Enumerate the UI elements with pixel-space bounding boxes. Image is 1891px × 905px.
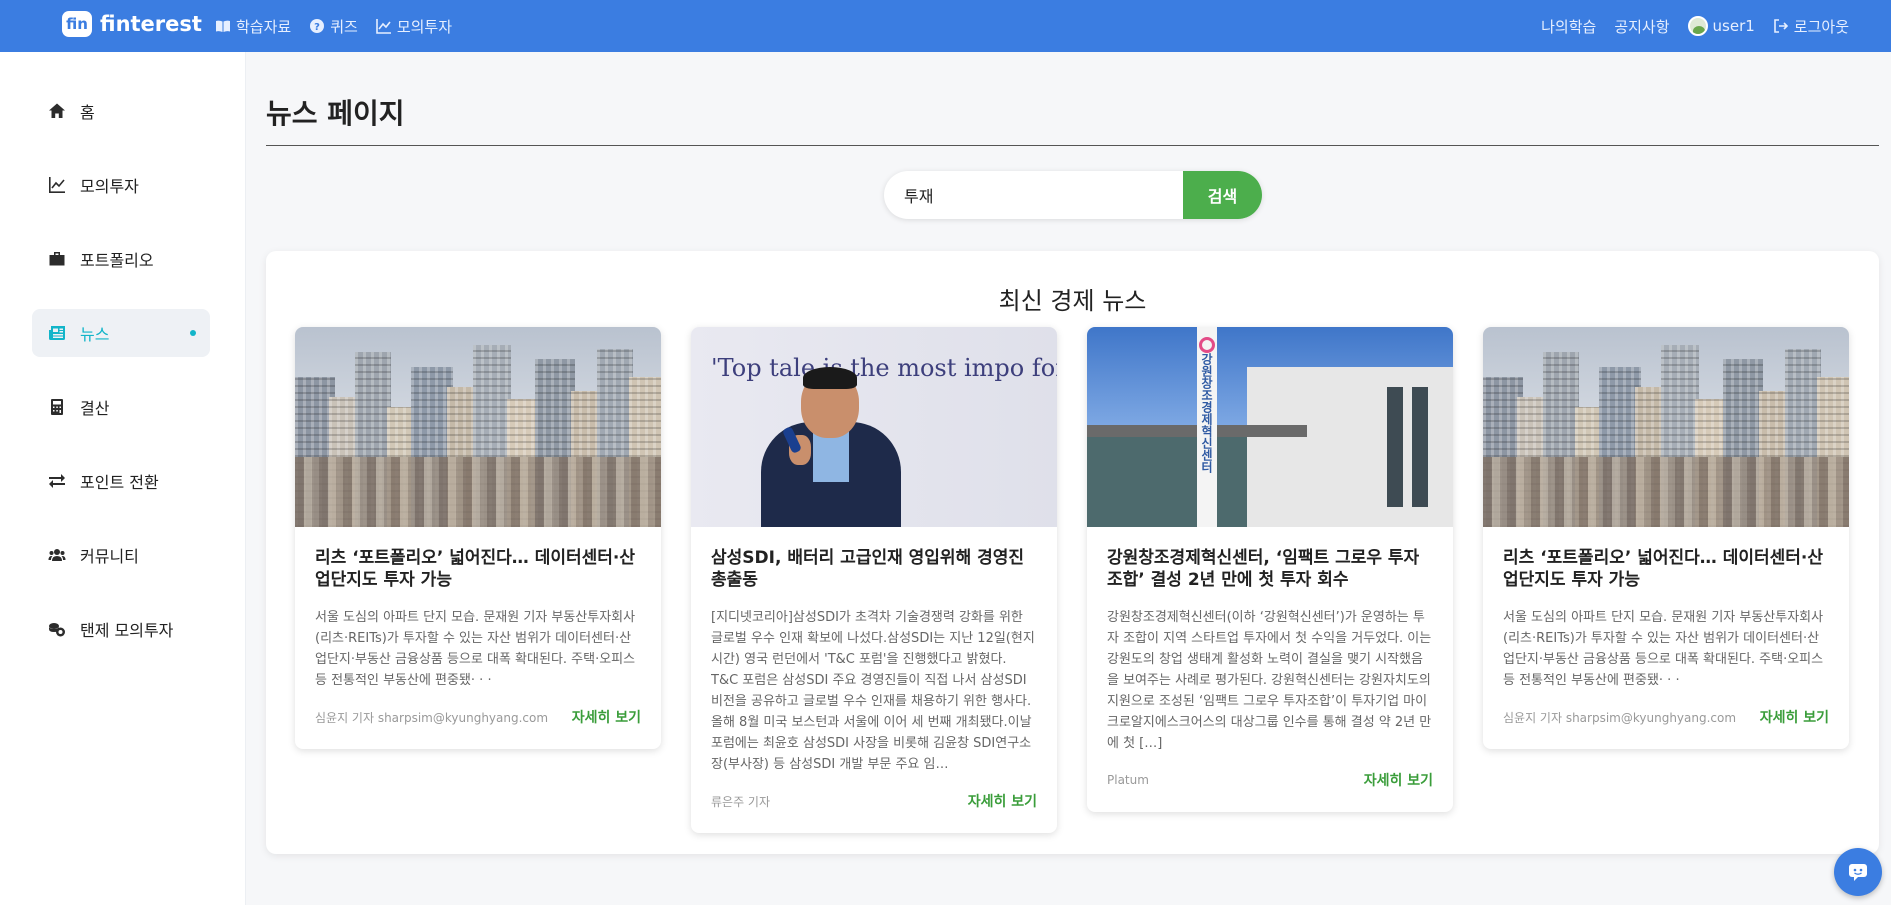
- newspaper-icon: [49, 326, 65, 340]
- sidebar-item-tenzeh-mock-investment[interactable]: 탠제 모의투자: [32, 605, 210, 653]
- chart-line-icon: [376, 19, 391, 34]
- sidebar-item-portfolio[interactable]: 포트폴리오: [32, 235, 210, 283]
- sidebar-item-label: 뉴스: [80, 325, 110, 344]
- sidebar-item-label: 탠제 모의투자: [80, 621, 174, 640]
- username: user1: [1712, 17, 1755, 35]
- topnav-mock-investment[interactable]: 모의투자: [376, 16, 452, 37]
- news-card-author: 심윤지 기자 sharpsim@kyunghyang.com: [1503, 710, 1737, 725]
- sidebar-item-mock-investment[interactable]: 모의투자: [32, 161, 210, 209]
- news-card-title[interactable]: 리츠 ‘포트폴리오’ 넓어진다… 데이터센터·산업단지도 투자 가능: [1503, 547, 1829, 591]
- news-card[interactable]: 리츠 ‘포트폴리오’ 넓어진다… 데이터센터·산업단지도 투자 가능 서울 도심…: [1483, 327, 1849, 749]
- sidebar-item-settlement[interactable]: 결산: [32, 383, 210, 431]
- topnav-label: 학습자료: [236, 17, 292, 36]
- sidebar: 홈 모의투자 포트폴리오 뉴스 결산 포인트 전환 커뮤니티 탠제 모의투자: [0, 52, 246, 905]
- center-sign-text: 강원창조경제혁신센터: [1199, 353, 1214, 473]
- sidebar-item-label: 홈: [80, 103, 95, 122]
- svg-text:?: ?: [314, 22, 320, 33]
- topnav-label: 모의투자: [396, 17, 453, 36]
- sidebar-item-home[interactable]: 홈: [32, 87, 210, 135]
- topnav-my-learning[interactable]: 나의학습: [1541, 16, 1596, 37]
- sidebar-item-label: 모의투자: [80, 177, 139, 196]
- brand-logo[interactable]: fin finterest: [62, 11, 202, 37]
- chart-line-icon: [49, 177, 65, 193]
- calculator-icon: [51, 399, 63, 415]
- top-nav-right: 나의학습 공지사항 user1 로그아웃: [1541, 0, 1849, 52]
- news-card-author: 심윤지 기자 sharpsim@kyunghyang.com: [315, 710, 549, 725]
- sidebar-item-community[interactable]: 커뮤니티: [32, 531, 210, 579]
- brand-badge: fin: [62, 11, 92, 37]
- news-card-description: 서울 도심의 아파트 단지 모습. 문재원 기자 부동산투자회사(리츠·REIT…: [315, 610, 636, 688]
- chat-icon: [1849, 864, 1867, 881]
- read-more-link[interactable]: 자세히 보기: [1364, 770, 1433, 790]
- topnav-study-materials[interactable]: 학습자료: [215, 16, 291, 37]
- topnav-quiz[interactable]: ? 퀴즈: [309, 16, 358, 37]
- exchange-icon: [49, 474, 65, 488]
- news-card-title[interactable]: 리츠 ‘포트폴리오’ 넓어진다… 데이터센터·산업단지도 투자 가능: [315, 547, 641, 591]
- sidebar-item-label: 포트폴리오: [80, 251, 154, 270]
- title-divider: [266, 145, 1879, 146]
- sidebar-item-news[interactable]: 뉴스: [32, 309, 210, 357]
- sidebar-item-label: 포인트 전환: [80, 473, 159, 492]
- news-card-title[interactable]: 삼성SDI, 배터리 고급인재 영입위해 경영진 총출동: [711, 547, 1037, 591]
- banner-text: 'Top tale is the most impo for l's growt…: [711, 354, 1057, 382]
- topnav-notice[interactable]: 공지사항: [1614, 16, 1669, 37]
- read-more-link[interactable]: 자세히 보기: [572, 707, 641, 727]
- coins-icon: [49, 623, 65, 637]
- news-card[interactable]: 리츠 ‘포트폴리오’ 넓어진다… 데이터센터·산업단지도 투자 가능 서울 도심…: [295, 327, 661, 749]
- news-card-author: Platum: [1107, 773, 1149, 787]
- top-nav-left: 학습자료 ? 퀴즈 모의투자: [215, 0, 452, 52]
- sidebar-item-label: 커뮤니티: [80, 547, 139, 566]
- users-icon: [48, 549, 66, 561]
- news-card-author: 류은주 기자: [711, 794, 771, 809]
- news-image-center-building: 강원창조경제혁신센터: [1087, 327, 1453, 527]
- read-more-link[interactable]: 자세히 보기: [1760, 707, 1829, 727]
- book-icon: [216, 20, 230, 32]
- topnav-user[interactable]: user1: [1687, 16, 1755, 36]
- news-card[interactable]: 'Top tale is the most impo for l's growt…: [691, 327, 1057, 833]
- news-heading: 최신 경제 뉴스: [998, 287, 1147, 315]
- sidebar-item-point-exchange[interactable]: 포인트 전환: [32, 457, 210, 505]
- search-button[interactable]: 검색: [1183, 171, 1262, 219]
- page-title: 뉴스 페이지: [266, 97, 405, 130]
- sidebar-item-label: 결산: [80, 399, 110, 418]
- news-card-description: 강원창조경제혁신센터(이하 ‘강원혁신센터’)가 운영하는 투자 조합이 지역 …: [1107, 610, 1432, 751]
- topnav-logout[interactable]: 로그아웃: [1773, 16, 1849, 37]
- briefcase-icon: [49, 252, 65, 266]
- sign-out-icon: [1773, 19, 1788, 33]
- brand-name: finterest: [100, 12, 202, 36]
- news-card-description: 서울 도심의 아파트 단지 모습. 문재원 기자 부동산투자회사(리츠·REIT…: [1503, 610, 1824, 688]
- news-image-speaker-banner: 'Top tale is the most impo for l's growt…: [691, 327, 1057, 527]
- search-bar: 검색: [884, 171, 1262, 219]
- chat-button[interactable]: [1834, 848, 1882, 896]
- news-card[interactable]: 강원창조경제혁신센터 강원창조경제혁신센터, ‘임팩트 그로우 투자조합’ 결성…: [1087, 327, 1453, 812]
- avatar: [1687, 16, 1708, 36]
- read-more-link[interactable]: 자세히 보기: [968, 791, 1037, 811]
- home-icon: [49, 103, 65, 118]
- news-card-description: [지디넷코리아]삼성SDI가 초격차 기술경쟁력 강화를 위한 글로벌 우수 인…: [711, 610, 1035, 772]
- news-image-city-apartments: [295, 327, 661, 527]
- active-indicator-dot: [190, 330, 196, 336]
- news-panel: 최신 경제 뉴스 리츠 ‘포트폴리오’ 넓어진다… 데이터센터·산업단지도 투자…: [266, 251, 1879, 854]
- question-icon: ?: [310, 19, 325, 33]
- news-image-city-apartments: [1483, 327, 1849, 527]
- top-navigation-bar: fin finterest 학습자료 ? 퀴즈 모의투자 나의학습 공지사항 u…: [0, 0, 1891, 52]
- news-card-title[interactable]: 강원창조경제혁신센터, ‘임팩트 그로우 투자조합’ 결성 2년 만에 첫 투자…: [1107, 547, 1433, 591]
- logout-label: 로그아웃: [1793, 17, 1849, 36]
- search-input[interactable]: [884, 171, 1183, 219]
- topnav-label: 퀴즈: [330, 17, 358, 36]
